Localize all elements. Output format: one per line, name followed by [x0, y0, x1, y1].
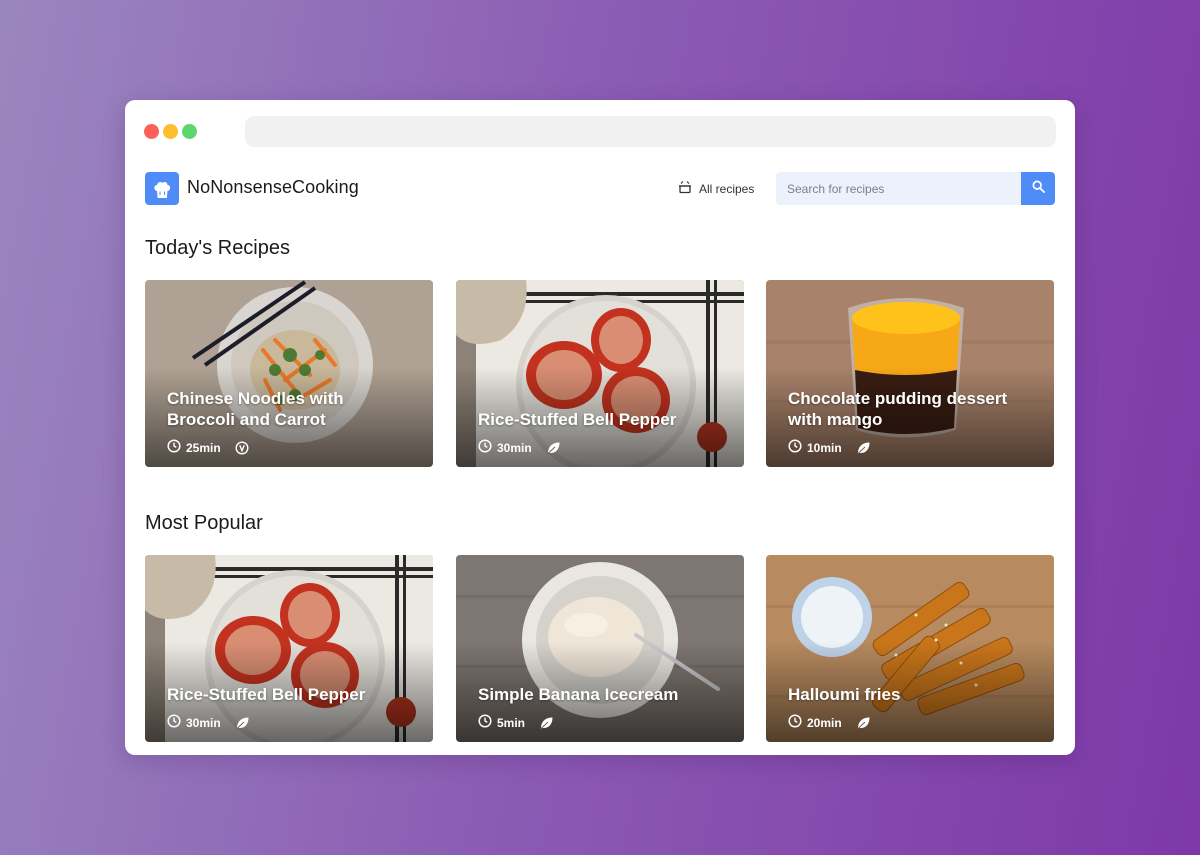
clock-icon	[788, 714, 802, 731]
search-input[interactable]	[776, 172, 1021, 205]
clock-icon	[788, 439, 802, 456]
vegan-v-icon	[235, 440, 249, 455]
address-bar[interactable]	[245, 116, 1056, 147]
recipe-title: Rice-Stuffed Bell Pepper	[167, 685, 366, 704]
recipe-card[interactable]: Chocolate pudding dessert with mango 10m…	[766, 280, 1054, 467]
recipe-title: Rice-Stuffed Bell Pepper	[478, 410, 677, 429]
recipe-time: 5min	[497, 715, 526, 730]
clock-icon	[167, 714, 181, 731]
pot-icon	[678, 180, 692, 197]
window-controls	[144, 124, 197, 139]
clock-icon	[167, 439, 181, 456]
recipe-title: Chinese Noodles with Broccoli and Carrot	[167, 389, 344, 429]
todays-recipes-heading: Today's Recipes	[145, 237, 290, 259]
recipe-time: 10min	[807, 440, 842, 455]
recipe-card[interactable]: Chinese Noodles with Broccoli and Carrot…	[145, 280, 433, 467]
all-recipes-link[interactable]: All recipes	[678, 180, 754, 197]
recipe-card[interactable]: Simple Banana Icecream 5min	[456, 555, 744, 742]
search-button[interactable]	[1021, 172, 1055, 205]
leaf-icon	[235, 716, 250, 730]
most-popular-heading: Most Popular	[145, 512, 263, 534]
recipe-meta: 10min	[788, 439, 871, 456]
recipe-title: Chocolate pudding dessert with mango	[788, 389, 1008, 429]
recipe-card[interactable]: Rice-Stuffed Bell Pepper 30min	[456, 280, 744, 467]
close-window-button[interactable]	[144, 124, 159, 139]
minimize-window-button[interactable]	[163, 124, 178, 139]
brand-name[interactable]: NoNonsenseCooking	[187, 177, 359, 198]
recipe-meta: 25min	[167, 439, 249, 456]
recipe-time: 30min	[497, 440, 532, 455]
leaf-icon	[546, 441, 561, 455]
all-recipes-label: All recipes	[699, 181, 755, 196]
recipe-time: 25min	[186, 440, 221, 455]
leaf-icon	[856, 716, 871, 730]
browser-window: NoNonsenseCooking All recipes Today's Re…	[125, 100, 1075, 755]
recipe-time: 20min	[807, 715, 842, 730]
recipe-meta: 5min	[478, 714, 554, 731]
clock-icon	[478, 439, 492, 456]
search-icon	[1032, 180, 1045, 198]
recipe-card[interactable]: Rice-Stuffed Bell Pepper 30min	[145, 555, 433, 742]
recipe-title: Simple Banana Icecream	[478, 685, 679, 704]
leaf-icon	[856, 441, 871, 455]
leaf-icon	[539, 716, 554, 730]
recipe-meta: 20min	[788, 714, 871, 731]
recipe-title: Halloumi fries	[788, 685, 901, 704]
recipe-meta: 30min	[167, 714, 250, 731]
chef-hat-logo-icon[interactable]	[145, 172, 179, 205]
clock-icon	[478, 714, 492, 731]
maximize-window-button[interactable]	[182, 124, 197, 139]
recipe-card[interactable]: Halloumi fries 20min	[766, 555, 1054, 742]
recipe-time: 30min	[186, 715, 221, 730]
recipe-meta: 30min	[478, 439, 561, 456]
